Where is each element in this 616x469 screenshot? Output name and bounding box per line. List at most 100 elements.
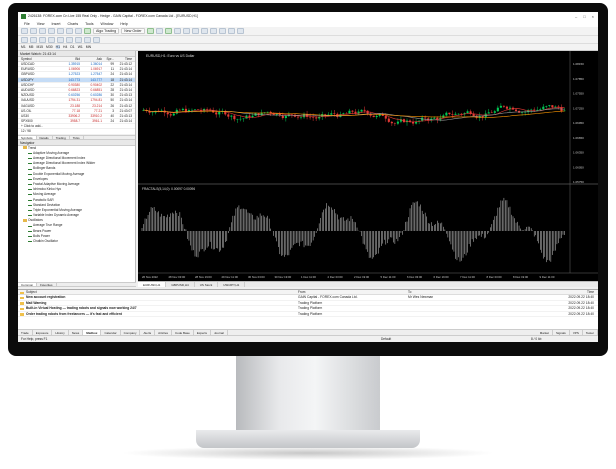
maximize-button[interactable]: □ (583, 14, 585, 19)
new-chart-icon[interactable] (21, 28, 28, 34)
col-symbol[interactable]: Symbol (18, 57, 58, 61)
indicator-icon (28, 183, 32, 186)
time-tick-label: 30 Nov 19:00 (275, 275, 292, 279)
menu-help[interactable]: Help (120, 22, 127, 26)
ide-icon[interactable] (84, 28, 91, 34)
candle-body (372, 115, 375, 118)
candle-body (175, 109, 178, 114)
minimize-button[interactable]: – (575, 14, 577, 19)
chart-tab-usdjpy[interactable]: USDJPY,H1 (218, 282, 246, 287)
algo-trading-button[interactable]: Algo Trading (93, 28, 120, 34)
indicators-icon[interactable] (227, 28, 235, 34)
timeframe-mn[interactable]: MN (86, 45, 91, 49)
window-controls: – □ × (575, 14, 598, 19)
col-subject[interactable]: Subject (18, 290, 298, 294)
col-from[interactable]: From (298, 290, 408, 294)
price-tick-label: 1.08150 (573, 62, 584, 66)
menu-charts[interactable]: Charts (68, 22, 79, 26)
bid-cell: 0.60256 (68, 93, 80, 98)
candle-body (363, 109, 366, 111)
col-time[interactable]: Time (114, 57, 134, 61)
fibonacci-icon[interactable] (75, 36, 82, 43)
mailbox-row[interactable]: Order trading robots from freelancers — … (18, 312, 598, 318)
crosshair-icon[interactable] (30, 36, 37, 43)
tab-common[interactable]: Common (18, 283, 38, 287)
auto-scroll-icon[interactable] (209, 28, 217, 34)
time-cell (114, 124, 134, 128)
tile-windows-icon[interactable] (200, 28, 208, 34)
tab-favorites[interactable]: Favorites (37, 283, 57, 287)
chart-tab-usstock[interactable]: US Stock (195, 282, 219, 287)
bid-cell: 23.188 (70, 103, 80, 108)
market-watch-icon[interactable] (39, 28, 46, 34)
close-button[interactable]: × (592, 14, 594, 19)
message-to (408, 312, 518, 317)
tab-symbols[interactable]: Symbols (18, 135, 37, 140)
time-cell: 21:43:14 (119, 98, 132, 103)
timeframe-m5[interactable]: M5 (29, 45, 34, 49)
chart-shift-icon[interactable] (218, 28, 226, 34)
ask-cell: 0.66851 (90, 87, 102, 92)
col-bid[interactable]: Bid (58, 57, 80, 61)
strategy-tester-icon[interactable] (75, 28, 82, 34)
candle-body (375, 115, 378, 118)
timeframe-m1[interactable]: M1 (21, 45, 26, 49)
title-bar: 2426138: FOREX.com Cn Live 155 Real Only… (18, 12, 598, 20)
menu-view[interactable]: View (37, 22, 45, 26)
line-chart-icon[interactable] (173, 28, 181, 34)
channel-icon[interactable] (66, 36, 73, 43)
tab-ticks[interactable]: Ticks (70, 135, 84, 140)
buy-sell-icon[interactable] (146, 28, 154, 34)
candle-body (508, 107, 512, 109)
bid-cell: 3958.7 (70, 119, 80, 124)
col-msg-time[interactable]: Time (518, 290, 598, 294)
navigator-icon[interactable] (57, 28, 64, 34)
data-window-icon[interactable] (48, 28, 55, 34)
menu-tools[interactable]: Tools (85, 22, 93, 26)
text-icon[interactable] (84, 36, 91, 43)
timeframe-h1[interactable]: H1 (55, 45, 60, 49)
price-chart[interactable]: EURUSD,H1: Euro vs US Dollar FRACTALS(5,… (138, 51, 598, 281)
menu-insert[interactable]: Insert (52, 22, 61, 26)
terminal-icon[interactable] (66, 28, 73, 34)
zoom-in-icon[interactable] (182, 28, 190, 34)
navigator-indicator[interactable]: Chaikin Oscillator (18, 239, 135, 244)
chart-window[interactable]: EURUSD,H1: Euro vs US Dollar FRACTALS(5,… (138, 51, 598, 287)
profiles-icon[interactable] (30, 28, 37, 34)
chart-tab-gbpusd[interactable]: GBPUSD,H4 (166, 282, 195, 287)
timeframe-m30[interactable]: M30 (46, 45, 53, 49)
candle-body (466, 111, 469, 114)
vertical-line-icon[interactable] (39, 36, 46, 43)
new-order-button[interactable]: New Order (121, 28, 145, 34)
tab-trading[interactable]: Trading (53, 135, 70, 140)
candle-body (206, 108, 209, 110)
col-ask[interactable]: Ask (80, 57, 102, 61)
bid-cell: 33906.2 (68, 113, 80, 118)
folder-icon (23, 218, 27, 222)
zoom-out-icon[interactable] (191, 28, 199, 34)
timeframe-w1[interactable]: W1 (78, 45, 83, 49)
shapes-icon[interactable] (93, 36, 100, 43)
candle-body (530, 109, 533, 111)
horizontal-line-icon[interactable] (48, 36, 55, 43)
cursor-icon[interactable] (21, 36, 28, 43)
candlestick-icon[interactable] (164, 28, 172, 34)
timeframe-h4[interactable]: H4 (63, 45, 67, 49)
candle-body (309, 116, 312, 118)
col-spread[interactable]: Spr... (102, 57, 114, 61)
menu-window[interactable]: Window (101, 22, 114, 26)
navigator-item-label: Envelopes (33, 176, 48, 181)
templates-icon[interactable] (236, 28, 244, 34)
chart-tab-eurusd[interactable]: EURUSD,H1 (138, 282, 167, 287)
price-axis: 1.08150 1.07850 1.07550 1.07250 1.06950 1.066… (573, 62, 584, 184)
timeframe-m15[interactable]: M15 (36, 45, 43, 49)
candle-body (393, 123, 396, 124)
col-to[interactable]: To (408, 290, 518, 294)
timeframe-d1[interactable]: D1 (70, 45, 74, 49)
candle-body (312, 117, 315, 118)
indicator-icon (28, 188, 32, 191)
tab-details[interactable]: Details (37, 135, 53, 140)
menu-file[interactable]: File (24, 22, 30, 26)
bar-chart-icon[interactable] (155, 28, 163, 34)
trendline-icon[interactable] (57, 36, 64, 43)
